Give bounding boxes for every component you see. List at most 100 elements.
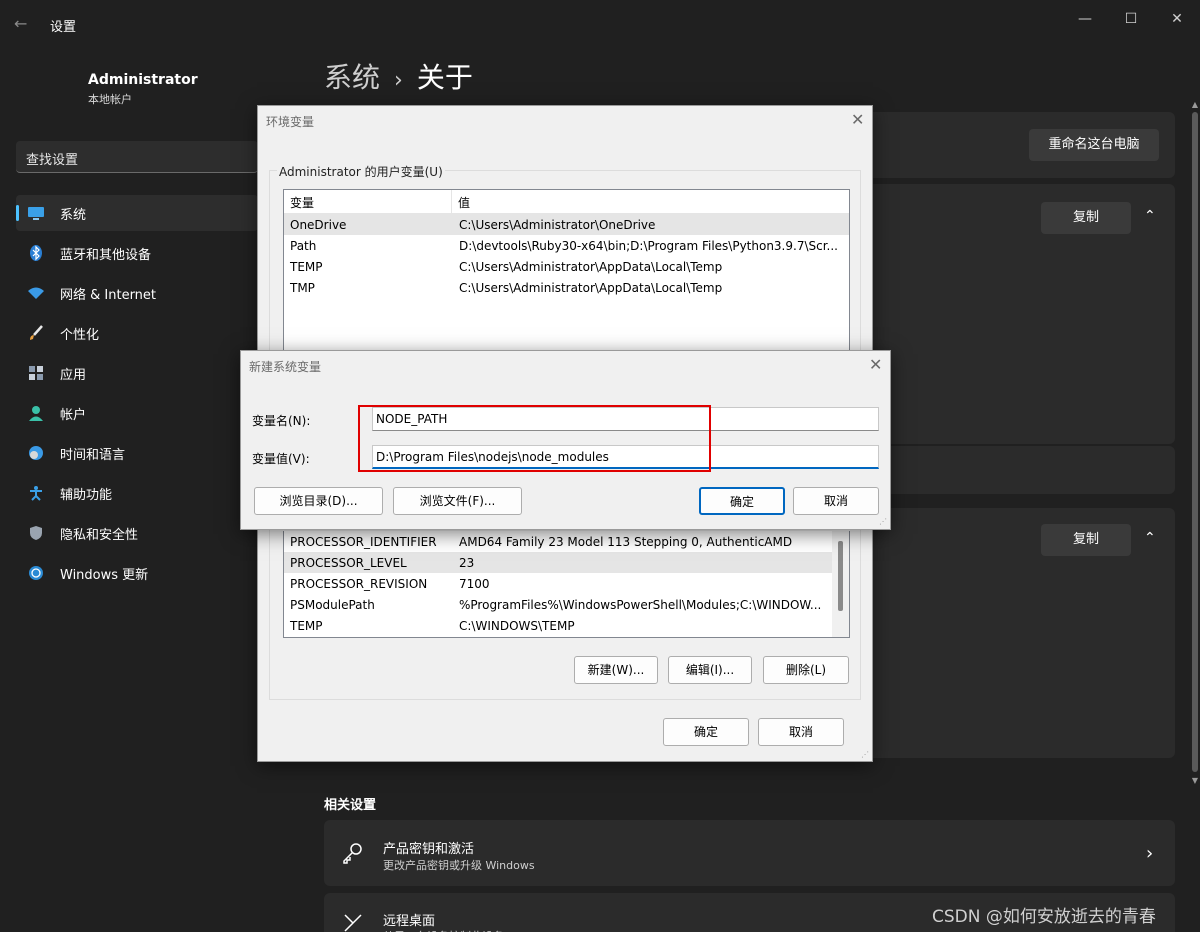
- var-name: PROCESSOR_IDENTIFIER: [290, 534, 437, 549]
- new-system-var-dialog: 新建系统变量 ✕ 变量名(N): NODE_PATH 变量值(V): D:\Pr…: [240, 350, 891, 530]
- var-value: C:\Users\Administrator\AppData\Local\Tem…: [459, 259, 723, 274]
- resize-grip-icon[interactable]: ⋰: [861, 750, 871, 760]
- cancel-button[interactable]: 取消: [758, 718, 844, 746]
- sidebar-item-accounts[interactable]: 帐户: [16, 395, 258, 431]
- var-value: C:\WINDOWS\TEMP: [459, 618, 575, 633]
- remote-icon: [342, 912, 364, 932]
- var-name: PROCESSOR_REVISION: [290, 576, 428, 591]
- var-name-label: 变量名(N):: [252, 414, 311, 428]
- sync-icon: [26, 563, 46, 583]
- sidebar-item-personalization[interactable]: 个性化: [16, 315, 258, 351]
- column-header-value[interactable]: 值: [452, 190, 849, 213]
- breadcrumb: 系统 › 关于: [324, 56, 473, 96]
- ok-button[interactable]: 确定: [699, 487, 785, 515]
- related-settings-heading: 相关设置: [324, 798, 377, 813]
- search-input[interactable]: 查找设置: [16, 141, 258, 173]
- sidebar-item-label: 帐户: [60, 407, 87, 423]
- browse-dir-button[interactable]: 浏览目录(D)...: [254, 487, 383, 515]
- main-scrollbar[interactable]: [1192, 112, 1198, 772]
- sidebar-item-accessibility[interactable]: 辅助功能: [16, 475, 258, 511]
- resize-grip-icon[interactable]: ⋰: [879, 517, 889, 527]
- system-vars-list[interactable]: PROCESSOR_IDENTIFIER AMD64 Family 23 Mod…: [283, 531, 850, 638]
- copy-specs-button[interactable]: 复制: [1041, 202, 1131, 234]
- globe-clock-icon: [26, 443, 46, 463]
- collapse-icon[interactable]: ⌃: [1144, 208, 1156, 224]
- apps-icon: [26, 363, 46, 383]
- key-icon: [342, 842, 364, 868]
- var-name: TEMP: [290, 259, 323, 274]
- copy-windows-specs-button[interactable]: 复制: [1041, 524, 1131, 556]
- maximize-icon[interactable]: ☐: [1120, 8, 1142, 30]
- close-icon[interactable]: ✕: [851, 110, 864, 129]
- ok-button[interactable]: 确定: [663, 718, 749, 746]
- remote-desktop-title: 远程桌面: [383, 914, 436, 929]
- collapse-icon[interactable]: ⌃: [1144, 530, 1156, 546]
- product-key-title: 产品密钥和激活: [383, 842, 475, 857]
- breadcrumb-parent[interactable]: 系统: [324, 61, 380, 94]
- shield-icon: [26, 523, 46, 543]
- sidebar-item-label: 系统: [60, 207, 87, 223]
- var-value: C:\Users\Administrator\OneDrive: [459, 217, 656, 232]
- sidebar-item-network[interactable]: 网络 & Internet: [16, 275, 258, 311]
- var-value: D:\devtools\Ruby30-x64\bin;D:\Program Fi…: [459, 238, 838, 253]
- account-type: 本地帐户: [88, 93, 132, 106]
- new-var-button[interactable]: 新建(W)...: [574, 656, 658, 684]
- var-name: TMP: [290, 280, 315, 295]
- var-value: 7100: [459, 576, 490, 591]
- close-icon[interactable]: ✕: [869, 355, 882, 374]
- var-value: AMD64 Family 23 Model 113 Stepping 0, Au…: [459, 534, 793, 549]
- edit-var-button[interactable]: 编辑(I)...: [668, 656, 752, 684]
- highlight-box: [358, 405, 711, 472]
- minimize-icon[interactable]: —: [1074, 8, 1096, 30]
- sidebar-item-system[interactable]: 系统: [16, 195, 258, 231]
- list-item[interactable]: PROCESSOR_LEVEL 23: [284, 552, 849, 573]
- scroll-thumb[interactable]: [838, 541, 843, 611]
- list-scrollbar[interactable]: [832, 531, 849, 637]
- list-item[interactable]: TEMP C:\WINDOWS\TEMP: [284, 615, 849, 636]
- sidebar-item-label: 个性化: [60, 327, 100, 343]
- user-vars-list[interactable]: 变量 值 OneDrive C:\Users\Administrator\One…: [283, 189, 850, 354]
- sidebar-item-label: 辅助功能: [60, 487, 113, 503]
- list-item[interactable]: OneDrive C:\Users\Administrator\OneDrive: [284, 214, 849, 235]
- sidebar-item-bluetooth[interactable]: 蓝牙和其他设备: [16, 235, 258, 271]
- sidebar-nav: 系统 蓝牙和其他设备 网络 & Internet 个性化 应用 帐户 时间和语言…: [16, 195, 258, 595]
- dialog-title: 环境变量: [266, 115, 315, 129]
- scroll-down-icon[interactable]: ▼: [1192, 776, 1198, 785]
- title-bar: ← 设置 — ☐ ✕: [0, 0, 1200, 48]
- list-item[interactable]: TMP C:\Users\Administrator\AppData\Local…: [284, 277, 849, 298]
- bluetooth-icon: [26, 243, 46, 263]
- list-item[interactable]: Path D:\devtools\Ruby30-x64\bin;D:\Progr…: [284, 235, 849, 256]
- sidebar-item-privacy[interactable]: 隐私和安全性: [16, 515, 258, 551]
- user-vars-label: Administrator 的用户变量(U): [277, 163, 445, 180]
- user-name: Administrator: [88, 72, 198, 88]
- back-arrow-icon[interactable]: ←: [14, 14, 34, 34]
- var-name: OneDrive: [290, 217, 347, 232]
- watermark: CSDN @如何安放逝去的青春: [932, 907, 1156, 927]
- sidebar-item-windows-update[interactable]: Windows 更新: [16, 555, 258, 591]
- list-item[interactable]: TEMP C:\Users\Administrator\AppData\Loca…: [284, 256, 849, 277]
- var-name: TEMP: [290, 618, 323, 633]
- monitor-icon: [26, 203, 46, 223]
- list-item[interactable]: PROCESSOR_IDENTIFIER AMD64 Family 23 Mod…: [284, 531, 849, 552]
- sidebar-item-apps[interactable]: 应用: [16, 355, 258, 391]
- sidebar-item-label: 应用: [60, 367, 87, 383]
- remote-desktop-subtitle: 从另一台设备控制此设备: [383, 928, 504, 932]
- cancel-button[interactable]: 取消: [793, 487, 879, 515]
- brush-icon: [26, 323, 46, 343]
- accessibility-icon: [26, 483, 46, 503]
- app-title: 设置: [50, 20, 77, 35]
- page-title: 关于: [416, 61, 473, 94]
- person-icon: [26, 403, 46, 423]
- sidebar-item-time-language[interactable]: 时间和语言: [16, 435, 258, 471]
- column-header-name[interactable]: 变量: [284, 190, 452, 213]
- dialog-title: 新建系统变量: [249, 360, 322, 374]
- scroll-up-icon[interactable]: ▲: [1192, 100, 1198, 109]
- browse-file-button[interactable]: 浏览文件(F)...: [393, 487, 522, 515]
- delete-var-button[interactable]: 删除(L): [763, 656, 849, 684]
- list-item[interactable]: PROCESSOR_REVISION 7100: [284, 573, 849, 594]
- var-value: 23: [459, 555, 475, 570]
- list-item[interactable]: PSModulePath %ProgramFiles%\WindowsPower…: [284, 594, 849, 615]
- rename-pc-button[interactable]: 重命名这台电脑: [1029, 129, 1159, 161]
- chevron-right-icon: ›: [1146, 843, 1154, 864]
- close-icon[interactable]: ✕: [1166, 8, 1188, 30]
